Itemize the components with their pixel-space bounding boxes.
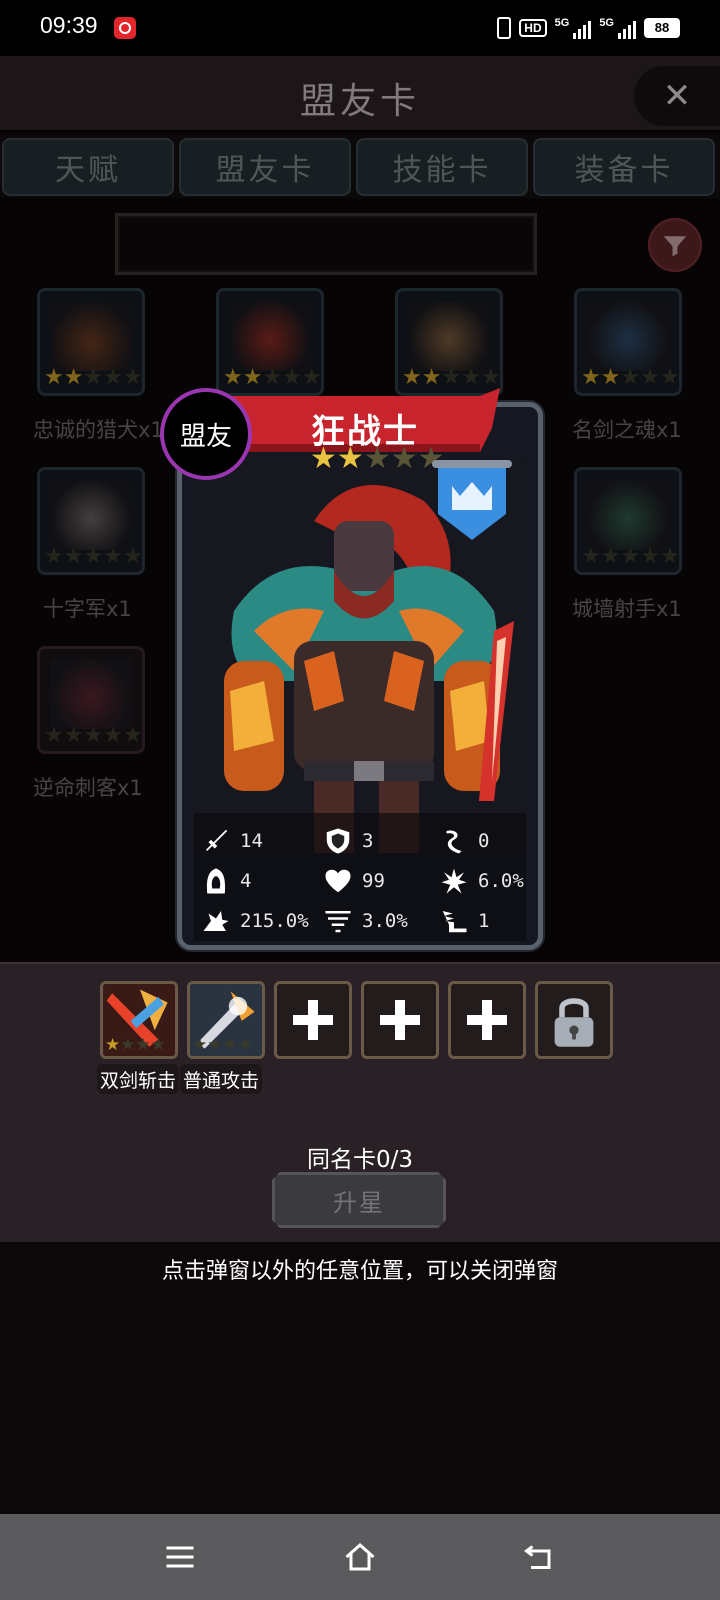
stat-evasion: 3.0% — [322, 905, 408, 937]
sword-icon — [206, 829, 228, 851]
stat-attack: 14 — [200, 825, 263, 857]
tornado-icon — [325, 911, 351, 933]
stat-dodge: 4 — [200, 865, 251, 897]
locked-skill-slot[interactable] — [535, 981, 613, 1059]
shield-icon — [326, 828, 350, 854]
page-title: 盟友卡 — [299, 81, 420, 122]
stat-evasion-value: 3.0% — [362, 910, 408, 932]
back-button[interactable] — [515, 1534, 565, 1580]
stat-attack-value: 14 — [240, 830, 263, 852]
signal-icon-2: 5G — [599, 17, 636, 39]
hero-stars: ★ ★ ★ ★ ★ — [310, 444, 445, 474]
skill-slot-1[interactable]: ★ ★ ★ ★ — [100, 981, 178, 1059]
close-hint: 点击弹窗以外的任意位置，可以关闭弹窗 — [161, 1259, 558, 1284]
ally-badge: 盟友 — [160, 388, 252, 480]
plus-icon — [364, 984, 436, 1056]
stat-crit-value: 6.0% — [478, 870, 524, 892]
hd-badge: HD — [519, 19, 547, 37]
plus-icon — [451, 984, 523, 1056]
status-icons: HD 5G 5G 88 — [497, 14, 680, 42]
star-icon: ★ — [310, 441, 337, 476]
signal-icon-1: 5G — [555, 17, 592, 39]
stat-armor: 3 — [322, 825, 373, 857]
stat-hp-value: 99 — [362, 870, 385, 892]
add-skill-button-1[interactable] — [274, 981, 352, 1059]
star-icon: ★ — [363, 441, 391, 476]
star-icon: ★ — [390, 441, 418, 476]
menu-icon — [166, 1546, 194, 1568]
add-skill-button-2[interactable] — [361, 981, 439, 1059]
home-icon — [345, 1542, 375, 1571]
stat-regen: 0 — [438, 825, 489, 857]
winged-boot-icon — [442, 911, 467, 933]
skill-stars: ★ ★ ★ ★ — [105, 1035, 166, 1055]
close-button[interactable]: ✕ — [634, 66, 720, 126]
battery-icon: 88 — [644, 18, 680, 38]
system-nav-bar — [0, 1514, 720, 1600]
back-icon — [524, 1545, 551, 1569]
stat-regen-value: 0 — [478, 830, 490, 852]
lock-icon — [554, 998, 594, 1047]
stat-crit-damage: 215.0% — [200, 905, 309, 937]
duplicate-count: 同名卡0/3 — [306, 1147, 413, 1173]
add-skill-button-3[interactable] — [448, 981, 526, 1059]
stat-crit: 6.0% — [438, 865, 524, 897]
skill-slot-2[interactable]: ★ ★ ★ ★ — [187, 981, 265, 1059]
stat-hp: 99 — [322, 865, 385, 897]
close-icon: ✕ — [662, 76, 692, 116]
plus-icon — [277, 984, 349, 1056]
crown-badge — [432, 458, 512, 548]
home-button[interactable] — [335, 1534, 385, 1580]
stat-crit-damage-value: 215.0% — [240, 910, 309, 932]
skill-label-basic-attack: 普通攻击 — [180, 1064, 263, 1094]
stats-panel: 14 3 0 4 99 6.0% 215.0% 3.0% 1 — [194, 813, 526, 941]
heart-icon — [325, 869, 351, 893]
stat-dodge-value: 4 — [240, 870, 252, 892]
stat-speed: 1 — [438, 905, 489, 937]
vibrate-icon — [497, 17, 512, 39]
impact-icon — [203, 911, 229, 931]
crown-icon — [432, 460, 512, 540]
status-bar: 09:39 HD 5G 5G 88 — [0, 0, 720, 56]
stat-speed-value: 1 — [478, 910, 490, 932]
regen-icon — [446, 830, 462, 854]
star-icon: ★ — [336, 441, 364, 476]
stat-armor-value: 3 — [362, 830, 374, 852]
menu-button[interactable] — [155, 1534, 205, 1580]
signal-label-2: 5G — [599, 17, 614, 29]
crit-burst-icon — [441, 868, 467, 894]
hood-icon — [206, 868, 226, 894]
star-up-button[interactable]: 升星 — [272, 1172, 446, 1228]
signal-label-1: 5G — [554, 17, 570, 29]
page-header: 盟友卡 ✕ — [0, 56, 720, 132]
skill-label-dual-blade: 双剑斩击 — [97, 1064, 180, 1094]
skill-stars: ★ ★ ★ ★ — [192, 1035, 253, 1055]
netease-app-icon — [114, 17, 136, 39]
clock: 09:39 — [40, 12, 98, 38]
